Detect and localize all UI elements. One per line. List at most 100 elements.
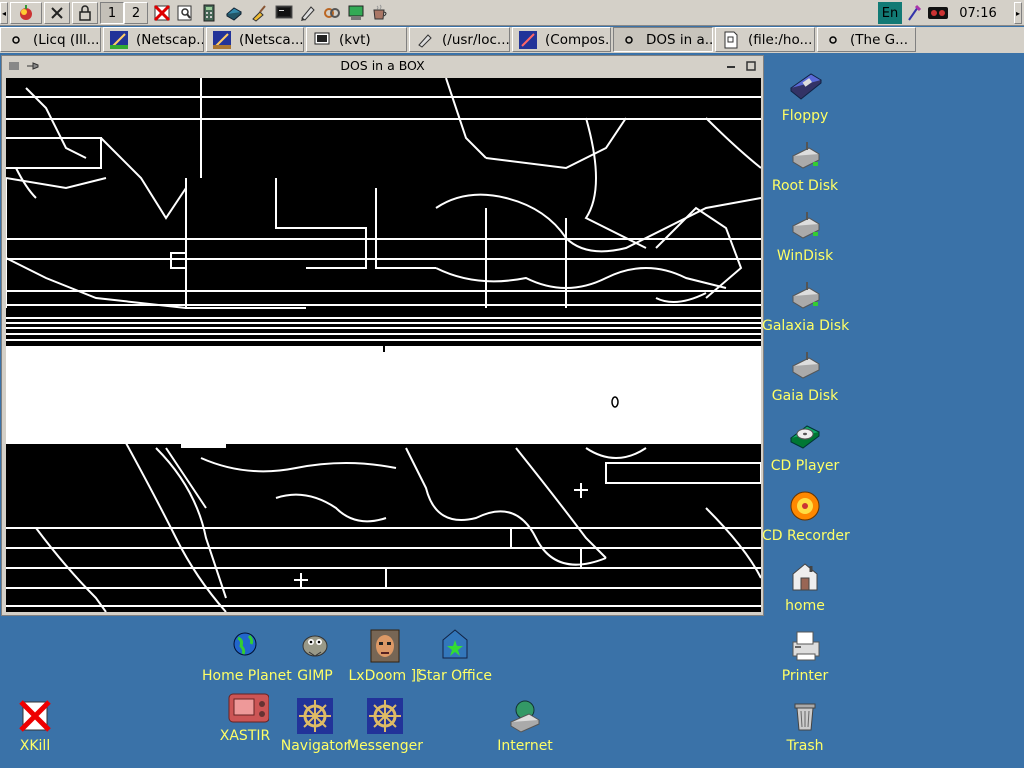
desktop-icon-label: Trash <box>786 738 824 754</box>
terminal-icon <box>275 5 293 19</box>
panel-hide-right-button[interactable]: ▸ <box>1014 2 1022 24</box>
paint-launcher[interactable] <box>248 2 270 24</box>
navigator-icon <box>297 698 333 734</box>
dot-icon <box>7 31 25 49</box>
top-panel: ◂ 1 2 En 07:16 ▸ <box>0 0 1024 26</box>
task-licq[interactable]: (Licq (Ill... <box>0 27 101 52</box>
desktop-icon-label: home <box>785 598 825 614</box>
disk-icon <box>226 7 242 21</box>
calculator-launcher[interactable] <box>199 2 219 24</box>
xkill-icon <box>19 700 51 732</box>
desktop-icon-floppy[interactable]: Floppy <box>762 66 848 124</box>
tape-icon <box>928 7 948 19</box>
paint-icon <box>252 5 266 22</box>
monitor-icon <box>348 5 364 20</box>
edit-launcher[interactable] <box>297 2 319 24</box>
desktop-icon-label: CD Recorder <box>762 528 850 544</box>
floppy-icon <box>790 73 822 100</box>
desktop-icon-label: Gaia Disk <box>771 388 839 404</box>
menu-icon <box>20 5 32 20</box>
radio-icon <box>228 693 269 723</box>
home-icon <box>792 563 818 591</box>
find-icon <box>177 5 192 21</box>
network-tray[interactable] <box>904 2 924 24</box>
cup-icon <box>373 4 387 20</box>
maximize-button[interactable] <box>744 59 758 72</box>
desktop-icon-gaia-disk[interactable]: Gaia Disk <box>762 346 848 404</box>
edit-icon <box>301 6 315 21</box>
minimize-icon <box>727 65 735 68</box>
find-launcher[interactable] <box>175 2 195 24</box>
close-x-icon <box>153 4 171 22</box>
desktop-icon-home[interactable]: home <box>762 556 848 614</box>
printer-icon <box>792 631 820 661</box>
task-file-home[interactable]: (file:/ho... <box>715 27 815 52</box>
desktop-icon-internet[interactable]: Internet <box>482 696 568 754</box>
doom-icon <box>370 629 400 663</box>
desktop-icon-label: Star Office <box>417 668 493 684</box>
monitor-launcher[interactable] <box>345 2 367 24</box>
desktop-icon-galaxia-disk[interactable]: Galaxia Disk <box>762 276 849 334</box>
desktop-icon-trash[interactable]: Trash <box>762 696 848 754</box>
desktop-icon-printer[interactable]: Printer <box>762 626 848 684</box>
harddisk-icon <box>791 352 821 379</box>
panel-hide-left-button[interactable]: ◂ <box>0 2 8 24</box>
minimize-button[interactable] <box>724 59 738 72</box>
maximize-icon <box>746 60 756 71</box>
task-label: (kvt) <box>339 31 371 48</box>
task-the-g[interactable]: (The G... <box>817 27 916 52</box>
plug-icon <box>908 4 922 21</box>
dos-window[interactable]: DOS in a BOX <box>1 55 764 616</box>
task-label: (Netsca... <box>239 31 304 48</box>
clock-label: 07:16 <box>959 5 997 21</box>
tools-launcher[interactable] <box>321 2 343 24</box>
desktop-icon-root-disk[interactable]: Root Disk <box>762 136 848 194</box>
tools-icon <box>324 8 340 18</box>
xkill-launcher[interactable] <box>44 2 70 24</box>
task-kvt[interactable]: (kvt) <box>306 27 407 52</box>
dot-icon <box>824 31 842 49</box>
terminal-icon <box>313 31 331 49</box>
task-dos-in-a-box[interactable]: DOS in a... <box>613 27 713 52</box>
clock[interactable]: 07:16 <box>952 2 1004 24</box>
desktop-icon-star-office[interactable]: Star Office <box>412 626 498 684</box>
disk-launcher[interactable] <box>223 2 245 24</box>
desktop-icon-label: Floppy <box>781 108 829 124</box>
tape-tray[interactable] <box>926 2 950 24</box>
desktop-icon-windisk[interactable]: WinDisk <box>762 206 848 264</box>
task-usr-local[interactable]: (/usr/loc... <box>409 27 510 52</box>
desktop-icon-label: Root Disk <box>771 178 839 194</box>
dos-screen[interactable] <box>6 78 761 612</box>
cd-recorder-icon <box>790 491 820 521</box>
lock-icon <box>79 5 91 21</box>
task-netscape-2[interactable]: (Netsca... <box>206 27 304 52</box>
window-title: DOS in a BOX <box>340 58 425 73</box>
close-launcher[interactable] <box>152 2 172 24</box>
terminal-launcher[interactable] <box>273 2 295 24</box>
harddisk-icon <box>791 142 821 169</box>
lock-screen-button[interactable] <box>72 2 98 24</box>
window-titlebar[interactable]: DOS in a BOX <box>2 56 763 76</box>
netscape-icon <box>213 30 231 49</box>
desktop-icon-messenger[interactable]: Messenger <box>342 696 428 754</box>
trash-icon <box>794 703 816 731</box>
desktop-icon-cd-player[interactable]: CD Player <box>762 416 848 474</box>
task-label: (/usr/loc... <box>442 31 510 48</box>
task-label: DOS in a... <box>646 31 713 48</box>
desktop-2-button[interactable]: 2 <box>124 2 148 24</box>
main-menu-button[interactable] <box>10 2 42 24</box>
desktop-1-button[interactable]: 1 <box>100 2 124 24</box>
staroffice-icon <box>442 629 468 659</box>
language-indicator[interactable]: En <box>878 2 902 24</box>
task-netscape-1[interactable]: (Netscap... <box>103 27 204 52</box>
desktop-icon-xkill[interactable]: XKill <box>0 696 78 754</box>
harddisk-icon <box>791 212 821 239</box>
desktop-2-label: 2 <box>131 5 141 21</box>
cup-launcher[interactable] <box>369 2 391 24</box>
task-composer[interactable]: (Compos... <box>512 27 611 52</box>
desktop-icon-label: WinDisk <box>776 248 834 264</box>
desktop-icon-cd-recorder[interactable]: CD Recorder <box>762 486 850 544</box>
dot-icon <box>620 31 638 49</box>
task-label: (file:/ho... <box>748 31 813 48</box>
calculator-icon <box>203 4 215 22</box>
